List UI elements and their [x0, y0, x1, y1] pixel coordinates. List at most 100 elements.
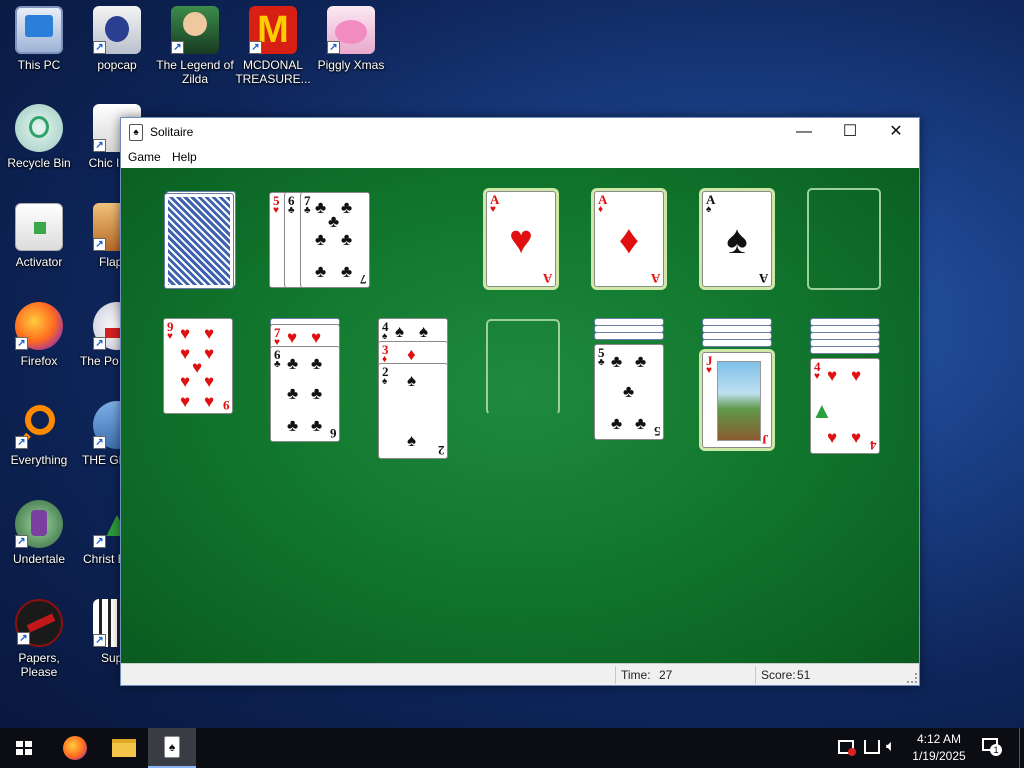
- heart-icon: ♥: [851, 428, 862, 447]
- desktop-icon-recycle-bin[interactable]: Recycle Bin: [0, 104, 78, 170]
- menu-game[interactable]: Game: [128, 150, 161, 164]
- desktop-icon-label: Firefox: [20, 354, 58, 368]
- search-magnifier-icon: ↗: [15, 401, 63, 449]
- close-button[interactable]: ✕: [873, 118, 919, 146]
- desktop-icon-undertale[interactable]: ↗ Undertale: [0, 500, 78, 566]
- tableau-6-clubs[interactable]: 6 ♣ ♣ ♣ ♣ ♣ ♣ ♣ 6: [270, 346, 340, 442]
- desktop-icon-piggly-xmas[interactable]: ↗ Piggly Xmas: [312, 6, 390, 72]
- foundation-empty-slot[interactable]: [807, 188, 881, 290]
- tableau-9-hearts[interactable]: 9 ♥ ♥ ♥ ♥ ♥ ♥ ♥ ♥ ♥ ♥ 9: [163, 318, 233, 414]
- folder-icon: ↗: [93, 6, 141, 54]
- jack-card-art: [717, 361, 761, 441]
- menu-help[interactable]: Help: [172, 150, 197, 164]
- card-suit: ♣: [288, 205, 295, 216]
- game-character-icon: ↗: [171, 6, 219, 54]
- solitaire-app-icon: ♠: [164, 736, 180, 758]
- card-suit: ♠: [382, 376, 388, 387]
- status-separator: [755, 666, 756, 684]
- card-suit: ♣: [598, 357, 605, 368]
- window-title: Solitaire: [150, 125, 194, 139]
- desktop-icon-label: Recycle Bin: [7, 156, 71, 170]
- firefox-icon: [63, 736, 87, 760]
- title-bar[interactable]: ♠ Solitaire — ☐ ✕: [121, 118, 919, 146]
- heart-icon: ♥: [827, 366, 838, 385]
- card-rank-bottom: 9: [222, 398, 230, 413]
- time-value: 27: [659, 668, 673, 682]
- desktop-icon-legend-of-zilda[interactable]: ↗ The Legend of Zilda: [156, 6, 234, 86]
- desktop-icon-label: Everything: [10, 453, 68, 467]
- club-icon: ♣: [635, 352, 647, 371]
- notification-count: 1: [990, 744, 1002, 756]
- notification-button[interactable]: 1: [982, 738, 1002, 756]
- tableau-5-clubs[interactable]: 5 ♣ ♣ ♣ ♣ ♣ ♣ 5: [594, 344, 664, 440]
- card-rank-bottom: A: [542, 271, 552, 286]
- card-suit: ♥: [490, 204, 496, 215]
- waste-card-7-clubs[interactable]: 7 ♣ ♣ ♣ ♣ ♣ ♣ ♣ ♣ 7: [300, 192, 370, 288]
- club-icon: ♣: [341, 262, 353, 281]
- solitaire-app-icon: ♠: [129, 124, 143, 141]
- card-suit: ♠: [706, 204, 712, 215]
- tableau-2-spades[interactable]: 2 ♠ ♠ ♠ 2: [378, 363, 448, 459]
- tableau-jack-hearts[interactable]: J ♥ J: [702, 352, 772, 448]
- desktop-icon-papers-please[interactable]: ↗ Papers, Please: [0, 599, 78, 679]
- spade-icon: ♠: [407, 431, 417, 450]
- taskbar-firefox[interactable]: [50, 728, 98, 768]
- diamond-icon: ♦: [618, 217, 640, 262]
- desktop-icon-firefox[interactable]: ↗ Firefox: [0, 302, 78, 368]
- card-suit: ♦: [598, 204, 604, 215]
- club-icon: ♣: [315, 198, 327, 217]
- resize-grip-icon[interactable]: [907, 673, 917, 683]
- desktop-icon-this-pc[interactable]: This PC: [0, 6, 78, 72]
- club-icon: ♣: [341, 198, 353, 217]
- card-rank-bottom: 7: [359, 272, 367, 287]
- foundation-ace-hearts[interactable]: A ♥ ♥ A: [486, 191, 556, 287]
- face-down-card: [702, 339, 772, 347]
- minimize-icon: —: [796, 123, 812, 140]
- clock-date[interactable]: 1/19/2025: [908, 749, 970, 763]
- card-rank-bottom: 4: [869, 438, 877, 453]
- desktop-icon-activator[interactable]: Activator: [0, 203, 78, 269]
- computer-icon: [15, 6, 63, 54]
- club-icon: ♣: [315, 262, 327, 281]
- desktop-icon-label: Activator: [15, 255, 63, 269]
- card-rank-bottom: A: [650, 271, 660, 286]
- desktop-icon-label: This PC: [17, 58, 61, 72]
- network-icon[interactable]: [864, 740, 880, 754]
- foundation-ace-spades[interactable]: A ♠ ♠ A: [702, 191, 772, 287]
- heart-icon: ♥: [180, 344, 191, 363]
- windows-logo-icon: [16, 741, 32, 755]
- heart-icon: ♥: [851, 366, 862, 385]
- taskbar-file-explorer[interactable]: [99, 728, 147, 768]
- foundation-ace-diamonds[interactable]: A ♦ ♦ A: [594, 191, 664, 287]
- club-icon: ♣: [623, 382, 635, 401]
- heart-icon: ♥: [204, 344, 215, 363]
- show-desktop-button[interactable]: [1019, 728, 1024, 768]
- club-icon: ♣: [287, 416, 299, 435]
- desktop-icon-mcdonal-treasure[interactable]: M ↗ MCDONAL TREASURE...: [234, 6, 312, 86]
- heart-icon: ♥: [827, 428, 838, 447]
- card-rank-bottom: A: [758, 271, 768, 286]
- clock-time[interactable]: 4:12 AM: [914, 732, 964, 746]
- solitaire-window[interactable]: ♠ Solitaire — ☐ ✕ Game Help 5 ♥ 6 ♣ 7 ♣ …: [120, 117, 920, 686]
- start-button[interactable]: [0, 728, 48, 768]
- heart-icon: ♥: [180, 324, 191, 343]
- minimize-button[interactable]: —: [781, 118, 827, 146]
- score-label: Score:: [761, 668, 796, 682]
- card-rank-bottom: J: [761, 432, 769, 447]
- spade-icon: ♠: [395, 322, 405, 341]
- desktop-icon-popcap[interactable]: ↗ popcap: [78, 6, 156, 72]
- taskbar-solitaire[interactable]: ♠: [148, 728, 196, 768]
- desktop-icon-label: Papers, Please: [18, 651, 60, 679]
- desktop-icon-everything[interactable]: ↗ Everything: [0, 401, 78, 467]
- stock-pile[interactable]: [164, 193, 234, 289]
- volume-icon[interactable]: 🔈︎: [886, 738, 896, 756]
- security-alert-icon[interactable]: [838, 740, 856, 756]
- tableau-empty-slot[interactable]: [486, 319, 560, 415]
- club-icon: ♣: [315, 230, 327, 249]
- folder-icon: [112, 739, 136, 757]
- papers-please-icon: ↗: [15, 599, 63, 647]
- maximize-button[interactable]: ☐: [827, 118, 873, 146]
- spade-icon: ♠: [726, 217, 748, 262]
- game-felt[interactable]: 5 ♥ 6 ♣ 7 ♣ ♣ ♣ ♣ ♣ ♣ ♣ ♣ 7 A ♥ ♥ A A ♦: [121, 168, 919, 664]
- spade-icon: ♠: [419, 322, 429, 341]
